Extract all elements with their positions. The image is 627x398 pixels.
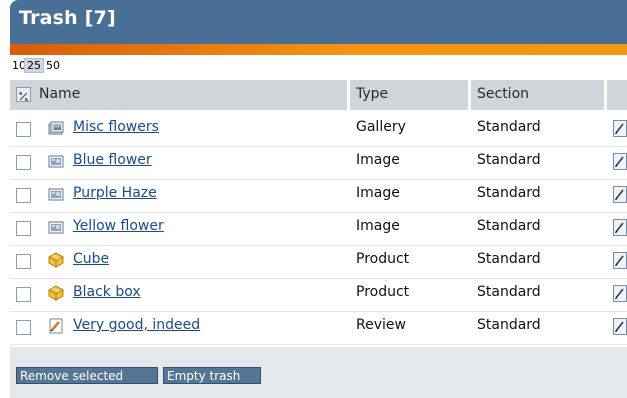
table-row: Yellow flower Image Standard <box>10 212 627 246</box>
product-icon <box>48 285 64 301</box>
trash-footer: Remove selected Empty trash <box>10 347 627 398</box>
table-row: Purple Haze Image Standard <box>10 179 627 213</box>
item-name-link[interactable]: Misc flowers <box>73 119 159 135</box>
column-header-name-label: Name <box>39 86 81 102</box>
item-section: Standard <box>477 185 541 201</box>
column-header-name[interactable]: Name <box>10 80 347 110</box>
page-size-50[interactable]: 50 <box>44 59 62 72</box>
row-checkbox[interactable] <box>16 320 31 335</box>
edit-icon[interactable] <box>613 318 627 335</box>
item-type: Product <box>356 251 410 267</box>
page-title: Trash [7] <box>19 7 116 29</box>
item-name-link[interactable]: Purple Haze <box>73 185 157 201</box>
edit-icon[interactable] <box>613 252 627 269</box>
column-header-type-label: Type <box>356 86 389 102</box>
row-checkbox[interactable] <box>16 254 31 269</box>
item-name-link[interactable]: Yellow flower <box>73 218 164 234</box>
item-section: Standard <box>477 119 541 135</box>
column-header-section-label: Section <box>477 86 530 102</box>
table-row: Cube Product Standard <box>10 245 627 279</box>
item-section: Standard <box>477 218 541 234</box>
item-name-link[interactable]: Black box <box>73 284 141 300</box>
item-name-link[interactable]: Cube <box>73 251 109 267</box>
review-icon <box>48 318 64 334</box>
row-checkbox[interactable] <box>16 287 31 302</box>
item-type: Image <box>356 152 400 168</box>
item-type: Gallery <box>356 119 406 135</box>
row-checkbox[interactable] <box>16 221 31 236</box>
item-section: Standard <box>477 152 541 168</box>
accent-bar <box>10 44 627 55</box>
image-icon <box>48 153 64 169</box>
table-row: Very good, indeed Review Standard <box>10 311 627 345</box>
product-icon <box>48 252 64 268</box>
item-section: Standard <box>477 251 541 267</box>
table-row: Blue flower Image Standard <box>10 146 627 180</box>
item-type: Product <box>356 284 410 300</box>
empty-trash-button[interactable]: Empty trash <box>163 367 261 384</box>
image-icon <box>48 219 64 235</box>
image-icon <box>48 186 64 202</box>
edit-icon[interactable] <box>613 186 627 203</box>
column-header-actions <box>607 80 627 110</box>
row-checkbox[interactable] <box>16 188 31 203</box>
edit-icon[interactable] <box>613 285 627 302</box>
item-type: Image <box>356 185 400 201</box>
table-row: Black box Product Standard <box>10 278 627 312</box>
item-type: Review <box>356 317 406 333</box>
toggle-all-checkbox[interactable] <box>16 87 31 102</box>
column-header-type[interactable]: Type <box>350 80 468 110</box>
edit-icon[interactable] <box>613 120 627 137</box>
table-row: Misc flowers Gallery Standard <box>10 113 627 147</box>
item-type: Image <box>356 218 400 234</box>
edit-icon[interactable] <box>613 219 627 236</box>
item-section: Standard <box>477 317 541 333</box>
remove-selected-button[interactable]: Remove selected <box>16 367 158 384</box>
trash-header: Trash [7] <box>10 0 627 44</box>
row-checkbox[interactable] <box>16 155 31 170</box>
page-size-25[interactable]: 25 <box>24 58 44 73</box>
item-section: Standard <box>477 284 541 300</box>
edit-icon[interactable] <box>613 153 627 170</box>
gallery-icon <box>48 120 64 136</box>
item-name-link[interactable]: Blue flower <box>73 152 152 168</box>
item-name-link[interactable]: Very good, indeed <box>73 317 200 333</box>
row-checkbox[interactable] <box>16 122 31 137</box>
column-header-section[interactable]: Section <box>471 80 604 110</box>
